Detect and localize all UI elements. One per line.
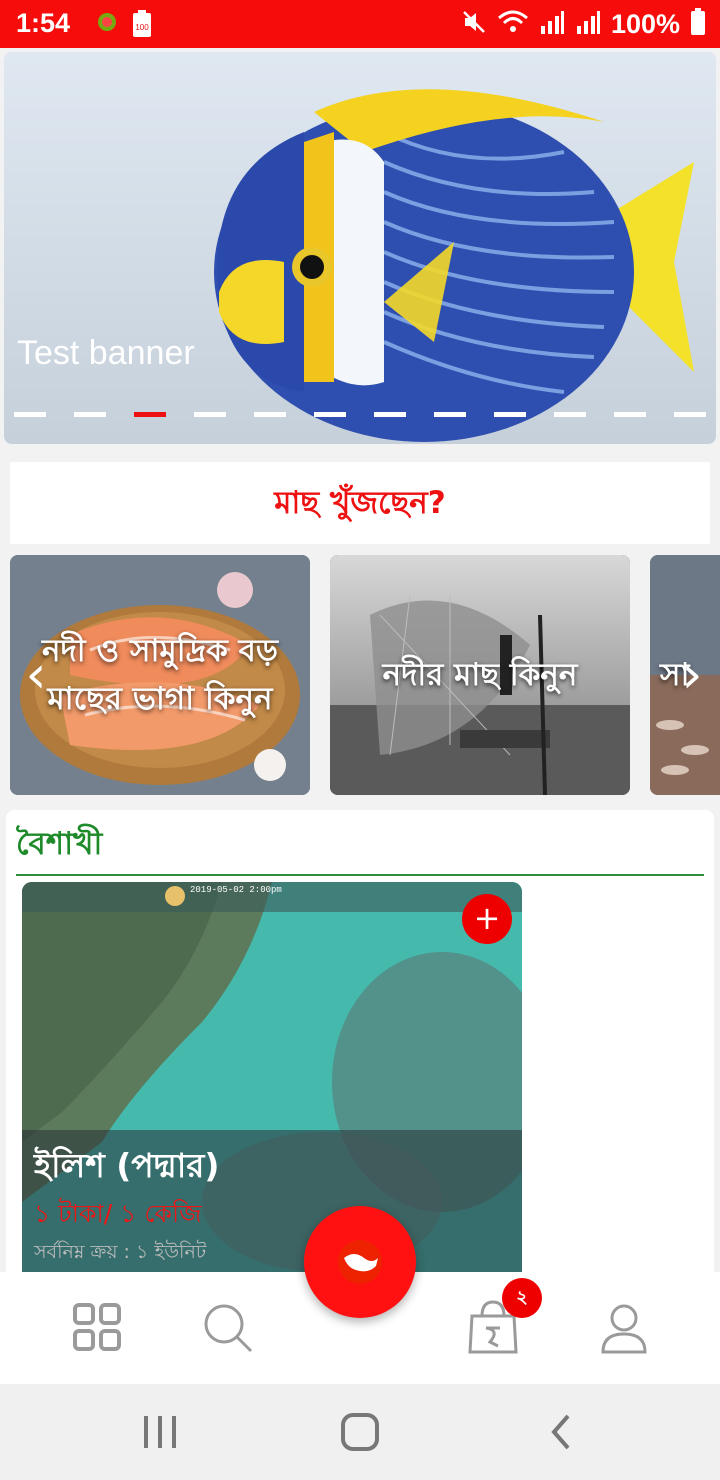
mute-icon <box>461 9 487 39</box>
battery-icon <box>690 8 706 40</box>
carousel-dot-active[interactable] <box>134 412 166 417</box>
recent-apps-icon[interactable] <box>140 1410 180 1458</box>
grid-icon[interactable] <box>72 1302 122 1356</box>
back-icon[interactable] <box>546 1410 576 1458</box>
carousel-dot[interactable] <box>314 412 346 417</box>
signal-icon <box>539 10 565 38</box>
carousel-dot[interactable] <box>674 412 706 417</box>
category-label: নদীর মাছ কিনুন <box>382 657 578 693</box>
home-icon[interactable] <box>340 1410 380 1458</box>
banner-fish-image <box>4 52 716 444</box>
carousel-dot[interactable] <box>194 412 226 417</box>
section-title: বৈশাখী <box>16 826 103 862</box>
fish-icon <box>338 1240 382 1284</box>
product-name: ইলিশ (পদ্মার) <box>34 1146 220 1185</box>
product-price: ১ টাকা/ ১ কেজি <box>34 1199 202 1228</box>
app-notification-icon <box>96 11 118 33</box>
battery-app-icon: 100 <box>132 10 152 38</box>
chevron-right-icon[interactable]: › <box>672 640 712 710</box>
carousel-dot[interactable] <box>554 412 586 417</box>
search-prompt-card[interactable]: মাছ খুঁজছেন? <box>10 462 710 544</box>
cart-badge: ২ <box>502 1278 542 1318</box>
search-prompt-title: মাছ খুঁজছেন? <box>274 485 446 521</box>
status-bar: 1:54 100 100% <box>0 0 720 48</box>
carousel-dot[interactable] <box>374 412 406 417</box>
banner-caption: Test banner <box>17 334 195 372</box>
section-divider <box>16 874 704 876</box>
map-timestamp: 2019-05-02 2:00pm <box>190 885 282 895</box>
battery-app-label: 100 <box>135 23 149 32</box>
carousel-dot[interactable] <box>434 412 466 417</box>
carousel-dot[interactable] <box>494 412 526 417</box>
status-right: 100% <box>461 8 706 40</box>
status-time: 1:54 <box>16 8 71 38</box>
category-card-river-fish[interactable]: নদীর মাছ কিনুন <box>330 555 630 795</box>
product-min-purchase: সর্বনিম্ন ক্রয় : ১ ইউনিট <box>34 1241 207 1263</box>
carousel-dot[interactable] <box>254 412 286 417</box>
chevron-left-icon[interactable]: ‹ <box>16 640 56 710</box>
system-navigation-bar <box>0 1384 720 1480</box>
fish-menu-button[interactable] <box>304 1206 416 1318</box>
signal-icon <box>575 10 601 38</box>
add-to-cart-button[interactable]: + <box>462 894 512 944</box>
carousel-indicator <box>14 412 714 418</box>
carousel-dot[interactable] <box>74 412 106 417</box>
carousel-dot[interactable] <box>614 412 646 417</box>
product-card[interactable]: 2019-05-02 2:00pm + ইলিশ (পদ্মার) ১ টাকা… <box>22 882 522 1282</box>
search-icon[interactable] <box>202 1302 254 1358</box>
profile-icon[interactable] <box>600 1302 648 1358</box>
banner-carousel[interactable]: Test banner <box>4 52 716 444</box>
battery-percent: 100% <box>610 8 680 39</box>
carousel-dot[interactable] <box>14 412 46 417</box>
wifi-icon <box>497 9 529 39</box>
